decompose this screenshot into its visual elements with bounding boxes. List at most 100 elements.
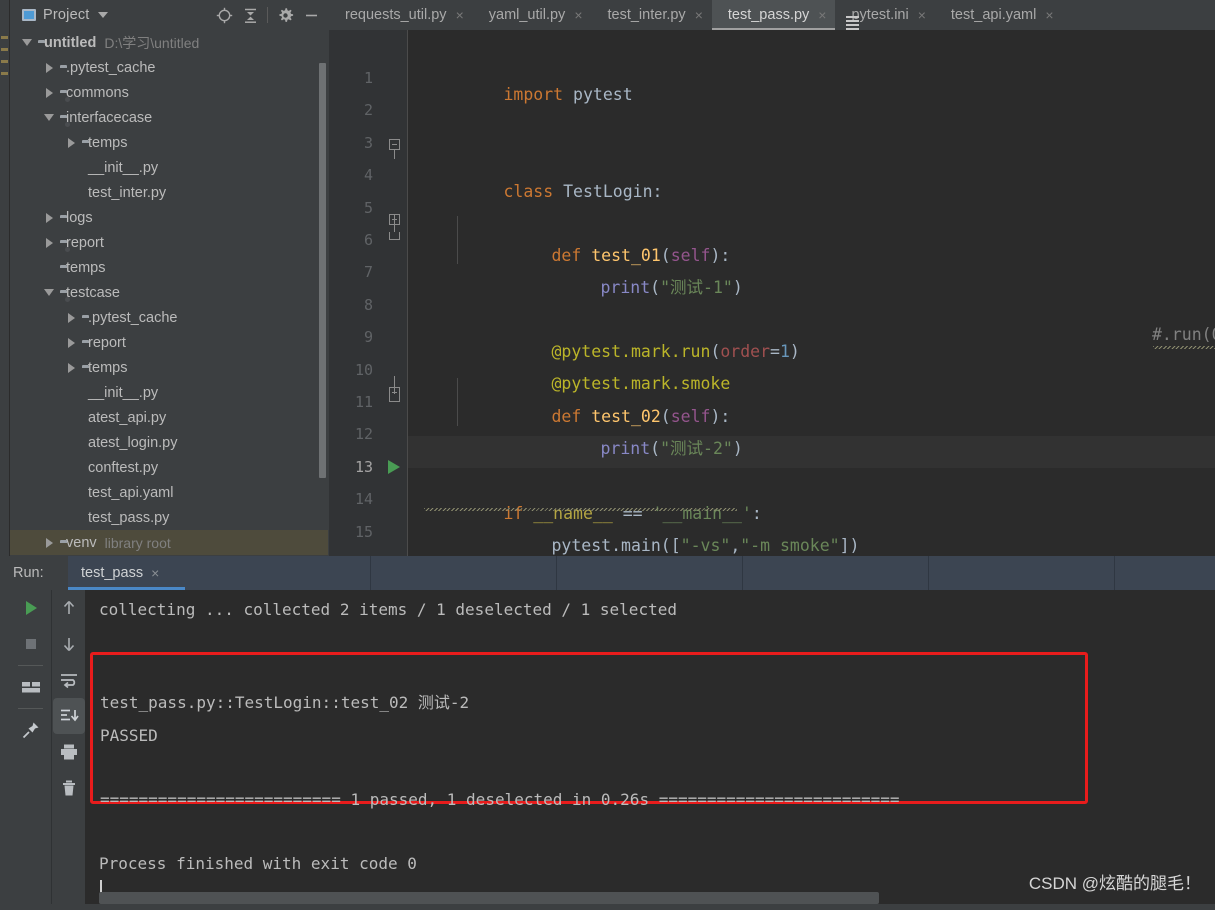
- comment-squiggle: [1153, 346, 1215, 349]
- locate-icon[interactable]: [211, 0, 237, 30]
- tree-item-interfacecase[interactable]: interfacecase: [10, 105, 328, 130]
- line-number: 6: [363, 231, 373, 249]
- trash-icon[interactable]: [53, 770, 85, 806]
- console-horizontal-scrollbar[interactable]: [99, 892, 879, 904]
- run-tab-test-pass[interactable]: test_pass ×: [68, 556, 185, 590]
- code-folding-column[interactable]: [381, 30, 408, 556]
- console-output[interactable]: collecting ... collected 2 items / 1 des…: [85, 590, 1215, 910]
- fold-marker-class[interactable]: [389, 139, 400, 150]
- close-icon[interactable]: ×: [918, 8, 926, 22]
- tree-item-temps[interactable]: temps: [10, 355, 328, 380]
- scroll-to-end-icon[interactable]: [53, 698, 85, 734]
- tree-item-test-inter-py[interactable]: test_inter.py: [10, 180, 328, 205]
- run-tab-slot: [185, 556, 371, 590]
- tree-item-pytest-cache[interactable]: .pytest_cache: [10, 305, 328, 330]
- expand-arrow-icon[interactable]: [44, 289, 54, 296]
- tree-item-init-py[interactable]: __init__.py: [10, 380, 328, 405]
- expand-arrow-icon[interactable]: [44, 114, 54, 121]
- stop-icon[interactable]: [10, 626, 51, 662]
- close-icon[interactable]: ×: [456, 8, 464, 22]
- tree-item-venv[interactable]: venv library root: [10, 530, 328, 555]
- tree-item-label: venv: [66, 534, 97, 551]
- close-icon[interactable]: ×: [695, 8, 703, 22]
- tree-root-row[interactable]: untitled D:\学习\untitled: [10, 30, 328, 55]
- tree-item-atest-login-py[interactable]: atest_login.py: [10, 430, 328, 455]
- close-icon[interactable]: ×: [1045, 8, 1053, 22]
- soft-wrap-icon[interactable]: [53, 662, 85, 698]
- run-gutter-icon[interactable]: [388, 460, 400, 474]
- tree-item-report[interactable]: report: [10, 330, 328, 355]
- tree-item-report[interactable]: report: [10, 230, 328, 255]
- editor-tab-yaml-util-py[interactable]: yaml_util.py ×: [473, 0, 592, 30]
- close-icon[interactable]: ×: [151, 565, 159, 581]
- token-pytest: pytest: [573, 84, 633, 104]
- tree-item-conftest-py[interactable]: conftest.py: [10, 455, 328, 480]
- settings-gear-icon[interactable]: [272, 0, 298, 30]
- chevron-down-icon[interactable]: [97, 12, 108, 18]
- line-number: 1: [363, 69, 373, 87]
- run-tool-window: Run: test_pass × collecting ... collecte…: [0, 556, 1215, 910]
- collapse-arrow-icon[interactable]: [45, 212, 53, 223]
- tree-item-logs[interactable]: logs: [10, 205, 328, 230]
- tree-item-init-py[interactable]: __init__.py: [10, 155, 328, 180]
- pin-icon[interactable]: [10, 712, 51, 748]
- collapse-all-icon[interactable]: [237, 0, 263, 30]
- line-number: 12: [354, 425, 373, 444]
- collapse-arrow-icon[interactable]: [67, 137, 75, 148]
- line-number: 2: [363, 101, 373, 120]
- collapse-arrow-icon[interactable]: [45, 537, 53, 548]
- project-tree-scrollbar[interactable]: [319, 63, 326, 478]
- tree-item-label: temps: [88, 134, 128, 151]
- editor-tab-bar: requests_util.py × yaml_util.py × test_inter…: [329, 0, 1215, 30]
- token-pytest-main: pytest.main: [551, 535, 661, 555]
- close-icon[interactable]: ×: [818, 8, 826, 22]
- editor-tab-test-inter-py[interactable]: test_inter.py ×: [592, 0, 712, 30]
- editor-tab-label: test_api.yaml: [950, 7, 1037, 23]
- tree-item-suffix: library root: [104, 534, 171, 551]
- tree-item-label: temps: [88, 359, 128, 376]
- editor-tab-pytest-ini[interactable]: pytest.ini ×: [835, 0, 934, 30]
- fold-line-class: [394, 150, 395, 159]
- tree-item-test-api-yaml[interactable]: test_api.yaml: [10, 480, 328, 505]
- editor-tab-label: test_inter.py: [607, 7, 686, 23]
- expand-arrow-icon[interactable]: [22, 39, 32, 46]
- tree-item-temps[interactable]: temps: [10, 130, 328, 155]
- up-arrow-icon[interactable]: [53, 590, 85, 626]
- down-arrow-icon[interactable]: [53, 626, 85, 662]
- collapse-arrow-icon[interactable]: [67, 312, 75, 323]
- code-editor[interactable]: 1 2 3 4 5 6 7 8 9 10 11 12 13 14 15 import pytest clas…: [329, 30, 1215, 556]
- left-strip-markers: [1, 36, 8, 84]
- editor-tab-test-pass-py[interactable]: test_pass.py ×: [711, 0, 836, 30]
- close-icon[interactable]: ×: [574, 8, 582, 22]
- collapse-arrow-icon[interactable]: [67, 337, 75, 348]
- collapse-arrow-icon[interactable]: [45, 87, 53, 98]
- tree-item-testcase[interactable]: testcase: [10, 280, 328, 305]
- line-number: 13: [354, 457, 373, 476]
- project-panel-toolbar: [211, 0, 324, 30]
- tree-item-label: atest_login.py: [88, 434, 178, 451]
- collapse-arrow-icon[interactable]: [45, 62, 53, 73]
- layout-icon[interactable]: [10, 669, 51, 705]
- tree-item-label: commons: [66, 84, 129, 101]
- editor-tab-requests-util-py[interactable]: requests_util.py ×: [329, 0, 473, 30]
- collapse-arrow-icon[interactable]: [45, 237, 53, 248]
- print-icon[interactable]: [53, 734, 85, 770]
- tree-item-pytest-cache[interactable]: .pytest_cache: [10, 55, 328, 80]
- rerun-icon[interactable]: [10, 590, 51, 626]
- project-tree[interactable]: untitled D:\学习\untitled .pytest_cachecom…: [10, 30, 328, 556]
- tree-item-atest-api-py[interactable]: atest_api.py: [10, 405, 328, 430]
- tree-item-label: test_pass.py: [88, 509, 170, 526]
- editor-tab-test-api-yaml[interactable]: test_api.yaml ×: [935, 0, 1063, 30]
- code-text-area[interactable]: import pytest class TestLogin: def test_…: [408, 30, 1215, 556]
- console-line-summary: ========================= 1 passed, 1 de…: [100, 790, 900, 809]
- tree-item-commons[interactable]: commons: [10, 80, 328, 105]
- tree-item-temps[interactable]: temps: [10, 255, 328, 280]
- project-panel-title: Project: [43, 7, 90, 23]
- editor-tab-label: requests_util.py: [345, 7, 447, 23]
- tree-item-label: report: [88, 334, 126, 351]
- collapse-arrow-icon[interactable]: [67, 362, 75, 373]
- minimize-icon[interactable]: [298, 0, 324, 30]
- project-panel-header: Project: [10, 0, 328, 30]
- tree-item-test-pass-py[interactable]: test_pass.py: [10, 505, 328, 530]
